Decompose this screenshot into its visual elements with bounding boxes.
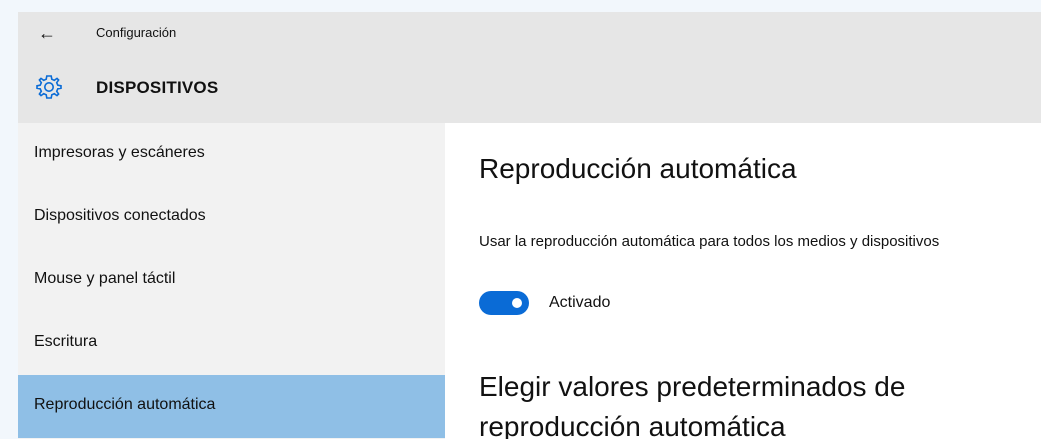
defaults-heading: Elegir valores predeterminados de reprod…	[479, 371, 906, 439]
sidebar: Impresoras y escáneres Dispositivos cone…	[18, 123, 445, 439]
back-button[interactable]: ←	[34, 19, 60, 47]
autoplay-description: Usar la reproducción automática para tod…	[479, 233, 940, 250]
back-arrow-icon: ←	[38, 22, 56, 43]
sidebar-item-mouse[interactable]: Mouse y panel táctil	[18, 249, 445, 312]
autoplay-toggle[interactable]	[479, 291, 529, 315]
sidebar-item-escritura[interactable]: Escritura	[18, 312, 445, 375]
main-content: Reproducción automática Usar la reproduc…	[445, 123, 1041, 439]
sidebar-item-label: Impresoras y escáneres	[34, 144, 205, 161]
window-title: Configuración	[96, 25, 177, 40]
sidebar-item-dispositivos-conectados[interactable]: Dispositivos conectados	[18, 186, 445, 249]
autoplay-toggle-label: Activado	[549, 294, 611, 311]
toggle-knob	[512, 298, 522, 308]
sidebar-item-reproduccion-automatica[interactable]: Reproducción automática	[18, 375, 445, 438]
sidebar-item-label: Reproducción automática	[34, 396, 216, 413]
sidebar-item-label: Escritura	[34, 333, 98, 350]
gear-icon	[36, 75, 62, 99]
sidebar-item-impresoras[interactable]: Impresoras y escáneres	[18, 123, 445, 186]
page-title: Reproducción automática	[479, 153, 797, 184]
header-bar: ← Configuración DISPOSITIVOS	[18, 12, 1041, 123]
sidebar-item-label: Dispositivos conectados	[34, 207, 206, 224]
settings-window: ← Configuración DISPOSITIVOS Impresoras …	[18, 12, 1041, 439]
sidebar-item-label: Mouse y panel táctil	[34, 270, 176, 287]
section-title: DISPOSITIVOS	[96, 78, 219, 97]
